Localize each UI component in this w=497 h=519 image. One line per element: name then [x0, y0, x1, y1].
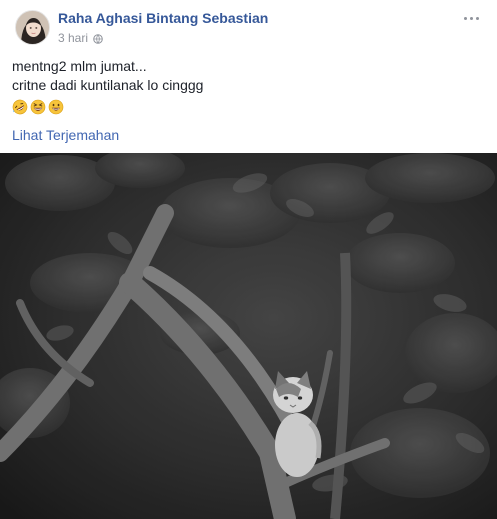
facebook-post: Raha Aghasi Bintang Sebastian 3 hari men…	[0, 0, 497, 519]
rolling-laughing-emoji-icon	[12, 99, 28, 115]
post-text-line: mentng2 mlm jumat...	[12, 58, 147, 74]
post-photo[interactable]	[0, 153, 497, 519]
more-options-icon[interactable]	[459, 10, 483, 26]
post-text: mentng2 mlm jumat... critne dadi kuntila…	[12, 57, 203, 95]
grinning-emoji-icon	[48, 99, 64, 115]
avatar[interactable]	[15, 10, 50, 45]
post-header: Raha Aghasi Bintang Sebastian 3 hari	[0, 0, 497, 52]
post-meta: 3 hari	[58, 31, 103, 45]
see-translation-link[interactable]: Lihat Terjemahan	[12, 127, 119, 143]
timestamp[interactable]: 3 hari	[58, 31, 88, 45]
grinning-squinting-emoji-icon	[30, 99, 46, 115]
post-text-line: critne dadi kuntilanak lo cinggg	[12, 77, 204, 93]
author-name[interactable]: Raha Aghasi Bintang Sebastian	[58, 10, 268, 26]
globe-icon[interactable]	[93, 33, 103, 44]
emoji-row	[12, 99, 64, 115]
